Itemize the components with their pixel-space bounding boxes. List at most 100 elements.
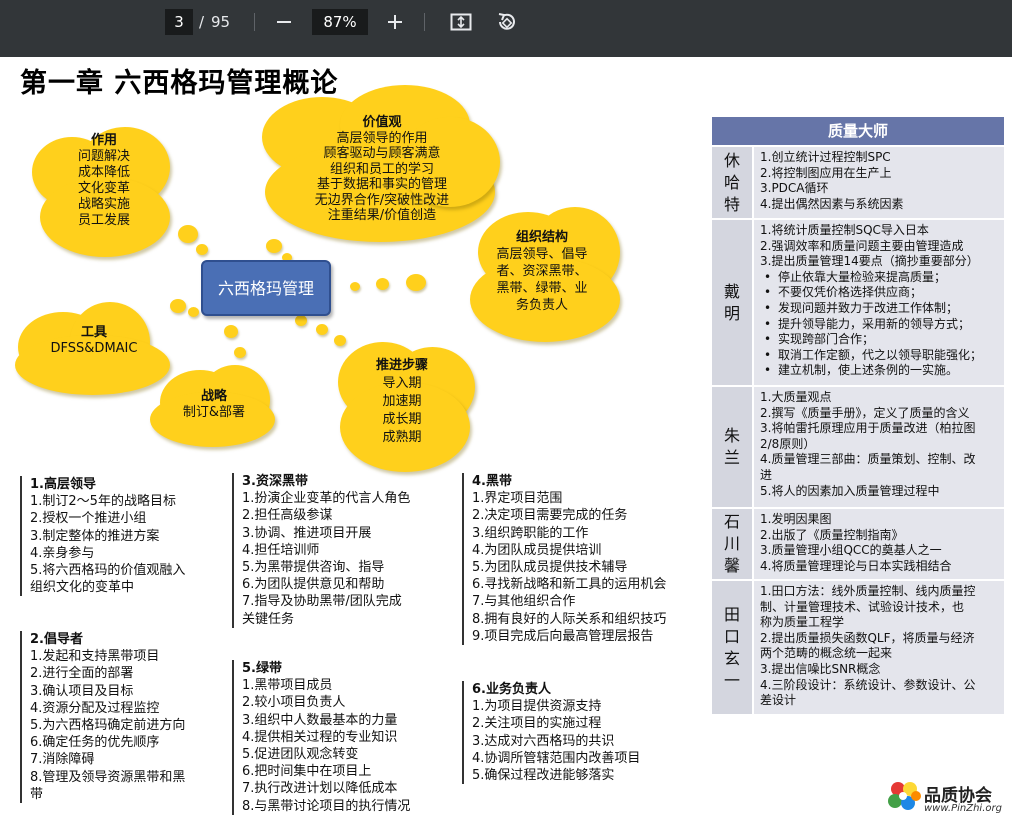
cloud-line: 员工发展 bbox=[77, 213, 130, 228]
role-line: 6.为团队提供意见和帮助 bbox=[242, 577, 385, 593]
cloud-line: 组织和员工的学习 bbox=[329, 161, 434, 177]
zoom-level-input[interactable]: 87% bbox=[312, 9, 368, 35]
role-line: 7.执行改进计划以降低成本 bbox=[242, 781, 398, 797]
cloud-title: 组织结构 bbox=[515, 230, 568, 245]
document-page: 第一章 六西格玛管理概论 作用 问题解决 成本降低 文化变革 战略实施 员工发展… bbox=[0, 57, 1012, 816]
role-line: 8.与黑带讨论项目的执行情况 bbox=[242, 798, 411, 814]
role-line: 9.项目完成后向最高管理层报告 bbox=[472, 628, 654, 644]
role-line: 5.为团队成员提供技术辅导 bbox=[472, 560, 628, 576]
role-line: 关键任务 bbox=[242, 611, 295, 627]
fit-to-page-button[interactable] bbox=[447, 8, 475, 36]
role-line: 组织文化的变革中 bbox=[30, 580, 135, 596]
role-line: 5.为黑带提供咨询、指导 bbox=[242, 560, 385, 576]
toolbar-divider bbox=[424, 13, 425, 31]
cloud-line: 者、资深黑带、 bbox=[496, 264, 588, 279]
master-row: 田口玄一 1.田口方法：线外质量控制、线内质量控 制、计量管理技术、试验设计技术… bbox=[712, 579, 1004, 714]
role-line: 1.制订2～5年的战略目标 bbox=[30, 494, 176, 510]
cloud-line: 黑带、绿带、业 bbox=[496, 281, 588, 296]
role-line: 6.把时间集中在项目上 bbox=[242, 764, 372, 780]
page-separator: / bbox=[199, 13, 205, 31]
role-line: 2.关注项目的实施过程 bbox=[472, 716, 602, 732]
role-line: 6.寻找新战略和新工具的运用机会 bbox=[472, 577, 667, 593]
role-line: 1.扮演企业变革的代言人角色 bbox=[242, 491, 411, 507]
cloud-line: 高层领导、倡导 bbox=[496, 247, 588, 262]
rotate-icon bbox=[498, 13, 515, 30]
role-line: 带 bbox=[30, 786, 44, 802]
role-line: 3.制定整体的推进方案 bbox=[30, 528, 160, 544]
cloud-line: 高层领导的作用 bbox=[336, 130, 428, 146]
role-line: 5.将六西格玛的价值观融入 bbox=[30, 563, 186, 579]
role-line: 1.界定项目范围 bbox=[472, 491, 563, 507]
minus-icon bbox=[277, 21, 291, 23]
role-line: 7.指导及协助黑带/团队完成 bbox=[242, 594, 402, 610]
zoom-in-button[interactable] bbox=[381, 8, 409, 36]
role-line: 2.决定项目需要完成的任务 bbox=[472, 508, 628, 524]
connector-bubble bbox=[350, 282, 360, 291]
cloud-line: 基于数据和事实的管理 bbox=[316, 177, 447, 192]
role-title: 5.绿带 bbox=[242, 661, 282, 676]
quality-masters-table: 质量大师 休哈特 1.创立统计过程控制SPC 2.将控制图应用在生产上 3.PD… bbox=[712, 117, 1004, 714]
connector-bubble bbox=[266, 239, 282, 253]
role-line: 4.协调所管辖范围内改善项目 bbox=[472, 750, 641, 766]
role-title: 3.资深黑带 bbox=[242, 474, 308, 489]
connector-bubble bbox=[316, 324, 328, 335]
logo-url: www.PinZhi.org bbox=[924, 803, 1002, 814]
role-line: 3.达成对六西格玛的共识 bbox=[472, 733, 615, 749]
cloud-line: 顾客驱动与顾客满意 bbox=[323, 146, 441, 161]
cloud-line: 成长期 bbox=[382, 412, 422, 427]
zoom-out-button[interactable] bbox=[270, 8, 298, 36]
role-line: 3.组织中人数最基本的力量 bbox=[242, 712, 398, 728]
role-line: 3.确认项目及目标 bbox=[30, 683, 134, 699]
role-title: 6.业务负责人 bbox=[472, 682, 551, 697]
master-name: 朱兰 bbox=[712, 387, 752, 507]
role-block: 2.倡导者 1.发起和支持黑带项目 2.进行全面的部署 3.确认项目及目标 4.… bbox=[20, 631, 235, 804]
page-total: 95 bbox=[211, 13, 231, 31]
role-title: 4.黑带 bbox=[472, 474, 512, 489]
connector-bubble bbox=[196, 244, 208, 255]
master-contributions: 1.发明因果图 2.出版了《质量控制指南》 3.质量管理小组QCC的奠基人之一 … bbox=[752, 509, 1004, 579]
role-line: 4.为团队成员提供培训 bbox=[472, 542, 602, 558]
master-name: 休哈特 bbox=[712, 147, 752, 218]
role-line: 5.确保过程改进能够落实 bbox=[472, 768, 615, 784]
flower-logo-icon bbox=[888, 782, 921, 810]
role-line: 5.为六西格玛确定前进方向 bbox=[30, 718, 186, 734]
cloud-line: 问题解决 bbox=[77, 149, 130, 164]
role-line: 4.提供相关过程的专业知识 bbox=[242, 729, 398, 745]
connector-bubble bbox=[170, 299, 186, 313]
role-line: 2.进行全面的部署 bbox=[30, 666, 134, 682]
cloud-line: 导入期 bbox=[382, 376, 422, 391]
connector-bubble bbox=[334, 335, 346, 346]
role-block: 5.绿带 1.黑带项目成员 2.较小项目负责人 3.组织中人数最基本的力量 4.… bbox=[232, 660, 464, 815]
cloud-zuoyong: 作用 问题解决 成本降低 文化变革 战略实施 员工发展 bbox=[45, 133, 163, 229]
cloud-line: 务负责人 bbox=[515, 298, 568, 313]
toolbar-divider bbox=[254, 13, 255, 31]
role-line: 3.协调、推进项目开展 bbox=[242, 525, 372, 541]
role-line: 3.组织跨职能的工作 bbox=[472, 525, 589, 541]
cloud-line: 战略实施 bbox=[77, 197, 130, 212]
rotate-button[interactable] bbox=[492, 8, 520, 36]
connector-bubble bbox=[188, 307, 199, 317]
role-line: 5.促进团队观念转变 bbox=[242, 747, 359, 763]
cloud-line: 加速期 bbox=[382, 394, 422, 409]
role-line: 7.消除障碍 bbox=[30, 752, 95, 768]
cloud-title: 作用 bbox=[90, 133, 117, 148]
master-row: 休哈特 1.创立统计过程控制SPC 2.将控制图应用在生产上 3.PDCA循环 … bbox=[712, 145, 1004, 218]
connector-bubble bbox=[234, 347, 246, 358]
role-title: 2.倡导者 bbox=[30, 632, 83, 647]
role-line: 7.与其他组织合作 bbox=[472, 594, 576, 610]
role-block: 4.黑带 1.界定项目范围 2.决定项目需要完成的任务 3.组织跨职能的工作 4… bbox=[462, 473, 712, 646]
cloud-line: 成本降低 bbox=[77, 165, 130, 180]
cloud-zuzhijiegou: 组织结构 高层领导、倡导 者、资深黑带、 黑带、绿带、业 务负责人 bbox=[484, 229, 600, 314]
role-block: 3.资深黑带 1.扮演企业变革的代言人角色 2.担任高级参谋 3.协调、推进项目… bbox=[232, 473, 464, 628]
center-topic-box: 六西格玛管理 bbox=[201, 260, 331, 316]
cloud-line: DFSS&DMAIC bbox=[50, 341, 138, 356]
cloud-zhanlue: 战略 制订&部署 bbox=[160, 389, 268, 421]
pinzhi-logo: 品质协会 www.PinZhi.org bbox=[886, 779, 1012, 816]
master-contributions: 1.大质量观点 2.撰写《质量手册》，定义了质量的含义 3.将帕雷托原理应用于质… bbox=[752, 387, 1004, 507]
page-number-input[interactable]: 3 bbox=[165, 9, 193, 35]
role-line: 8.拥有良好的人际关系和组织技巧 bbox=[472, 611, 667, 627]
connector-bubble bbox=[295, 315, 307, 326]
cloud-title: 推进步骤 bbox=[375, 358, 428, 373]
role-line: 2.授权一个推进小组 bbox=[30, 511, 147, 527]
role-block: 1.高层领导 1.制订2～5年的战略目标 2.授权一个推进小组 3.制定整体的推… bbox=[20, 476, 235, 597]
